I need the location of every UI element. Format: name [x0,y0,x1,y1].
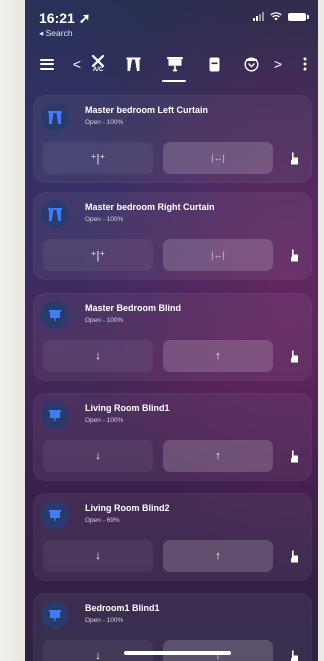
device-card: Master bedroom Left Curtain Open - 100% … [33,95,312,183]
hand-icon [291,249,298,261]
active-tab-indicator [162,80,186,82]
device-name: Master bedroom Left Curtain [85,105,209,115]
blind-up-button[interactable]: ↑ [163,440,273,472]
curtain-icon [41,200,69,228]
wifi-icon [270,12,282,21]
manual-control-button[interactable] [284,540,304,572]
close-curtain-icon: ⁺|⁺ [90,249,106,262]
back-to-search-link[interactable]: ◂ Search [39,28,73,39]
close-curtain-button[interactable]: ⁺|⁺ [43,142,153,174]
phone-screen: 16:21 ➚ ◂ Search < A/C > Master bedroom … [25,0,318,661]
hand-icon [291,550,298,562]
device-name: Master Bedroom Blind [85,303,182,313]
toolbar: < A/C > [25,46,318,82]
device-card: Living Room Blind2 Open - 69% ↓ ↑ [33,493,312,581]
blind-down-button[interactable]: ↓ [43,340,153,372]
arrow-down-icon: ↓ [95,550,101,562]
hand-icon [291,650,298,661]
device-status: Open - 100% [85,119,124,126]
curtain-tab-icon[interactable] [124,46,142,82]
battery-icon [288,12,309,21]
ac-icon[interactable]: A/C [87,46,109,82]
device-name: Bedroom1 Blind1 [85,603,160,613]
status-time: 16:21 ➚ [39,10,91,26]
hand-icon [291,152,298,164]
open-curtain-button[interactable]: |↔| [163,142,273,174]
status-bar: 16:21 ➚ ◂ Search [25,0,318,40]
open-curtain-button[interactable]: |↔| [163,239,273,271]
manual-control-button[interactable] [284,340,304,372]
device-status: Open - 100% [85,317,124,324]
device-status: Open - 69% [85,517,120,524]
blind-icon [41,301,69,329]
chevron-left-icon[interactable]: < [71,46,83,82]
chevron-right-icon[interactable]: > [272,46,284,82]
arrow-down-icon: ↓ [95,650,101,661]
status-icons [253,12,309,21]
arrow-down-icon: ↓ [95,450,101,462]
blind-icon [41,501,69,529]
device-name: Living Room Blind1 [85,403,170,413]
arrow-down-icon: ↓ [95,350,101,362]
menu-icon[interactable] [39,46,55,82]
blind-icon [41,601,69,629]
arrow-up-icon: ↑ [215,350,221,362]
blind-tab-icon[interactable] [166,46,184,82]
arrow-up-icon: ↑ [215,450,221,462]
device-card: Master Bedroom Blind Open - 100% ↓ ↑ [33,293,312,381]
hand-icon [291,450,298,462]
device-status: Open - 100% [85,216,124,223]
device-card: Living Room Blind1 Open - 100% ↓ ↑ [33,393,312,481]
device-card: Master bedroom Right Curtain Open - 100%… [33,192,312,280]
hand-icon [291,350,298,362]
blind-icon [41,401,69,429]
arrow-up-icon: ↑ [215,550,221,562]
blind-up-button[interactable]: ↑ [163,340,273,372]
manual-control-button[interactable] [284,142,304,174]
curtain-icon [41,103,69,131]
close-curtain-button[interactable]: ⁺|⁺ [43,239,153,271]
home-indicator[interactable] [124,651,231,655]
open-curtain-icon: |↔| [211,250,225,260]
device-name: Living Room Blind2 [85,503,170,513]
open-curtain-icon: |↔| [211,153,225,163]
manual-control-button[interactable] [284,640,304,661]
device-status: Open - 100% [85,417,124,424]
security-tab-icon[interactable] [242,46,260,82]
blind-down-button[interactable]: ↓ [43,540,153,572]
ac-label: A/C [92,67,104,73]
manual-control-button[interactable] [284,239,304,271]
blind-down-button[interactable]: ↓ [43,440,153,472]
more-icon[interactable] [300,46,310,82]
device-name: Master bedroom Right Curtain [85,202,215,212]
device-status: Open - 100% [85,617,124,624]
blind-up-button[interactable]: ↑ [163,540,273,572]
fan-icon [91,55,105,67]
signal-icon [253,12,264,21]
lock-tab-icon[interactable] [206,46,222,82]
close-curtain-icon: ⁺|⁺ [90,152,106,165]
manual-control-button[interactable] [284,440,304,472]
